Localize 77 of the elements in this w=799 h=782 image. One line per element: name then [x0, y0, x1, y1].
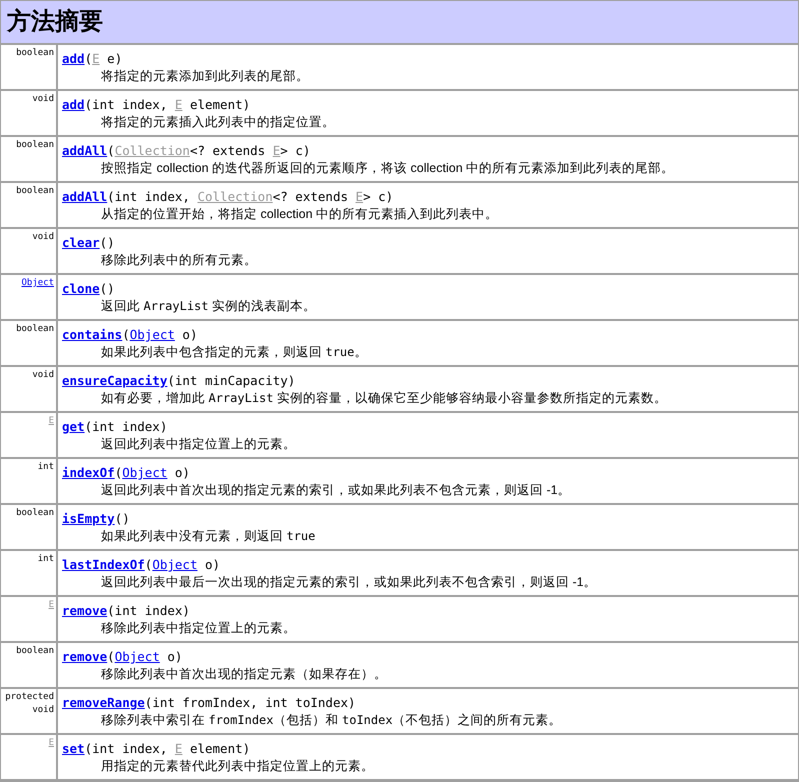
- method-description: 从指定的位置开始，将指定 collection 中的所有元素插入到此列表中。: [101, 206, 498, 223]
- type-link[interactable]: Object: [21, 278, 54, 288]
- signature-text: (): [100, 281, 115, 296]
- signature-text: (int index,: [84, 741, 168, 756]
- signature-text: (int fromIndex, int toIndex): [144, 695, 356, 710]
- method-description: 如果此列表中包含指定的元素，则返回 true。: [101, 344, 368, 361]
- method-description: 如有必要，增加此 ArrayList 实例的容量，以确保它至少能够容纳最小容量参数所指定的元素数。: [101, 390, 667, 407]
- signature-text: e): [106, 51, 122, 66]
- return-type: protected void: [5, 692, 54, 715]
- type-link[interactable]: Object: [152, 557, 198, 572]
- method-link[interactable]: add: [62, 97, 85, 112]
- signature-text: element): [188, 741, 250, 756]
- method-description: 移除此列表中指定位置上的元素。: [101, 620, 296, 637]
- return-type: int: [38, 462, 54, 472]
- method-link[interactable]: addAll: [62, 143, 108, 158]
- signature-text: element): [188, 97, 250, 112]
- type-link[interactable]: Object: [122, 465, 168, 480]
- return-type: boolean: [16, 186, 54, 196]
- signature-text: (: [107, 649, 115, 664]
- method-link[interactable]: contains: [62, 327, 122, 342]
- signature-text: (: [107, 143, 115, 158]
- return-type: boolean: [16, 140, 54, 150]
- signature-text: o): [166, 649, 182, 664]
- signature-text: > c): [280, 143, 310, 158]
- signature-text: (: [84, 51, 92, 66]
- return-type: boolean: [16, 646, 54, 656]
- return-type: void: [32, 232, 54, 242]
- signature-text: (: [114, 465, 122, 480]
- method-link[interactable]: clone: [62, 281, 100, 296]
- method-link[interactable]: add: [62, 51, 85, 66]
- return-type: void: [32, 370, 54, 380]
- signature-text: <? extends: [190, 143, 266, 158]
- return-type: void: [32, 94, 54, 104]
- signature-text: (int index,: [84, 97, 168, 112]
- method-link[interactable]: indexOf: [62, 465, 115, 480]
- method-link[interactable]: removeRange: [62, 695, 145, 710]
- type-link[interactable]: Object: [114, 649, 160, 664]
- method-description: 返回此列表中最后一次出现的指定元素的索引，或如果此列表不包含索引，则返回 -1。: [101, 574, 597, 591]
- signature-text: o): [181, 327, 198, 342]
- signature-text: > c): [363, 189, 394, 204]
- method-link[interactable]: ensureCapacity: [62, 373, 168, 388]
- return-type: boolean: [16, 48, 54, 58]
- signature-text: <? extends: [272, 189, 349, 204]
- method-link[interactable]: clear: [62, 235, 100, 250]
- method-link[interactable]: isEmpty: [62, 511, 115, 526]
- method-link[interactable]: remove: [62, 649, 108, 664]
- method-description: 返回此 ArrayList 实例的浅表副本。: [101, 298, 316, 315]
- method-link[interactable]: get: [62, 419, 85, 434]
- signature-text: (): [100, 235, 115, 250]
- signature-text: o): [174, 465, 190, 480]
- signature-text: o): [204, 557, 220, 572]
- signature-text: (int index): [107, 603, 190, 618]
- method-description: 按照指定 collection 的迭代器所返回的元素顺序，将该 collection 中的所有元素添加到此列表的尾部。: [101, 160, 674, 177]
- section-title: 方法摘要: [7, 10, 103, 34]
- signature-text: (int minCapacity): [167, 373, 296, 388]
- method-link[interactable]: remove: [62, 603, 108, 618]
- signature-text: (: [144, 557, 152, 572]
- method-description: 移除列表中索引在 fromIndex（包括）和 toIndex（不包括）之间的所有元素。: [101, 712, 562, 729]
- signature-text: (int index): [84, 419, 168, 434]
- method-description: 将指定的元素插入此列表中的指定位置。: [101, 114, 335, 131]
- method-description: 如果此列表中没有元素，则返回 true: [101, 528, 316, 545]
- return-type: boolean: [16, 508, 54, 518]
- method-link[interactable]: set: [62, 741, 85, 756]
- method-description: 移除此列表中首次出现的指定元素（如果存在）。: [101, 666, 387, 683]
- method-link[interactable]: lastIndexOf: [62, 557, 145, 572]
- signature-text: (int index,: [107, 189, 191, 204]
- method-description: 返回此列表中指定位置上的元素。: [101, 436, 296, 453]
- method-description: 返回此列表中首次出现的指定元素的索引，或如果此列表不包含元素，则返回 -1。: [101, 482, 571, 499]
- signature-text: (): [114, 511, 130, 526]
- method-description: 移除此列表中的所有元素。: [101, 252, 257, 269]
- method-link[interactable]: addAll: [62, 189, 108, 204]
- method-description: 用指定的元素替代此列表中指定位置上的元素。: [101, 758, 374, 775]
- type-link[interactable]: Object: [130, 327, 175, 342]
- signature-text: (: [122, 327, 130, 342]
- return-type: int: [38, 554, 54, 564]
- method-description: 将指定的元素添加到此列表的尾部。: [101, 68, 309, 85]
- return-type: boolean: [16, 324, 54, 334]
